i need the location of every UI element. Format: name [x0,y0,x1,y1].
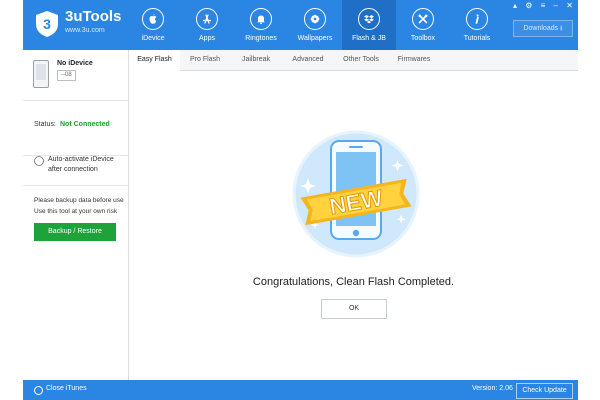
sidebar: No iDevice --08 Status: Not Connected Au… [23,50,129,380]
nav-toolbox[interactable]: Toolbox [396,0,450,50]
ok-button[interactable]: OK [321,299,387,319]
nav-idevice[interactable]: iDevice [126,0,180,50]
flash-tabs: Easy Flash Pro Flash Jailbreak Advanced … [129,50,578,71]
logo-icon: 3 [36,11,58,37]
auto-activate-radio[interactable] [34,156,44,166]
status-bar: Close iTunes Version: 2.06 Check Update [23,380,578,400]
nav-ringtones[interactable]: Ringtones [234,0,288,50]
status-label: Status: [34,121,56,128]
device-name: No iDevice [57,60,93,67]
tab-jailbreak[interactable]: Jailbreak [230,50,282,70]
nav-apps[interactable]: Apps [180,0,234,50]
nav-flash-jb[interactable]: Flash & JB [342,0,396,50]
app-window: 3 3uTools www.3u.com iDevice Apps Ringto… [23,0,578,400]
new-phone-illustration: NEW [292,130,420,258]
version-label: Version: 2.06 [472,385,513,392]
device-version: --08 [57,70,76,81]
tab-firmwares[interactable]: Firmwares [388,50,440,70]
nav-label: Wallpapers [297,35,333,42]
app-store-icon [196,8,218,30]
backup-note: Please backup data before use Use this t… [34,197,124,215]
tools-icon [412,8,434,30]
backup-restore-button[interactable]: Backup / Restore [34,223,116,241]
bell-icon [250,8,272,30]
flower-icon [304,8,326,30]
dropbox-icon [358,8,380,30]
nav-label: Tutorials [463,35,491,42]
close-itunes-label[interactable]: Close iTunes [46,385,87,392]
status-panel: Status: Not Connected [23,100,128,156]
nav-tutorials[interactable]: Tutorials [450,0,504,50]
nav-label: Flash & JB [352,35,386,42]
nav-label: Ringtones [245,35,277,42]
downloads-button[interactable]: Downloads ⭳ [513,20,573,37]
completion-message: Congratulations, Clean Flash Completed. [252,276,455,288]
top-header: 3 3uTools www.3u.com iDevice Apps Ringto… [23,0,578,50]
close-itunes-radio[interactable] [34,386,43,395]
tab-pro-flash[interactable]: Pro Flash [180,50,230,70]
nav-label: Apps [199,35,215,42]
tab-easy-flash[interactable]: Easy Flash [129,50,180,71]
device-panel: No iDevice --08 [23,50,128,101]
brand-url: www.3u.com [65,27,105,34]
window-controls[interactable]: ▴ ⚙ ≡ – ✕ [513,1,576,10]
logo-glyph: 3 [43,16,51,32]
brand-name: 3uTools [65,8,122,25]
nav-wallpapers[interactable]: Wallpapers [288,0,342,50]
nav-label: iDevice [141,35,165,42]
tab-other-tools[interactable]: Other Tools [334,50,388,70]
easy-flash-content: NEW Congratulations, Clean Flash Complet… [129,71,578,380]
auto-activate-label[interactable]: Auto-activate iDevice after connection [48,155,126,175]
status-value: Not Connected [60,121,110,128]
nav-label: Toolbox [410,35,436,42]
info-icon [466,8,488,30]
apple-icon [142,8,164,30]
check-update-button[interactable]: Check Update [516,383,573,399]
phone-icon [33,60,49,88]
tab-advanced[interactable]: Advanced [282,50,334,70]
